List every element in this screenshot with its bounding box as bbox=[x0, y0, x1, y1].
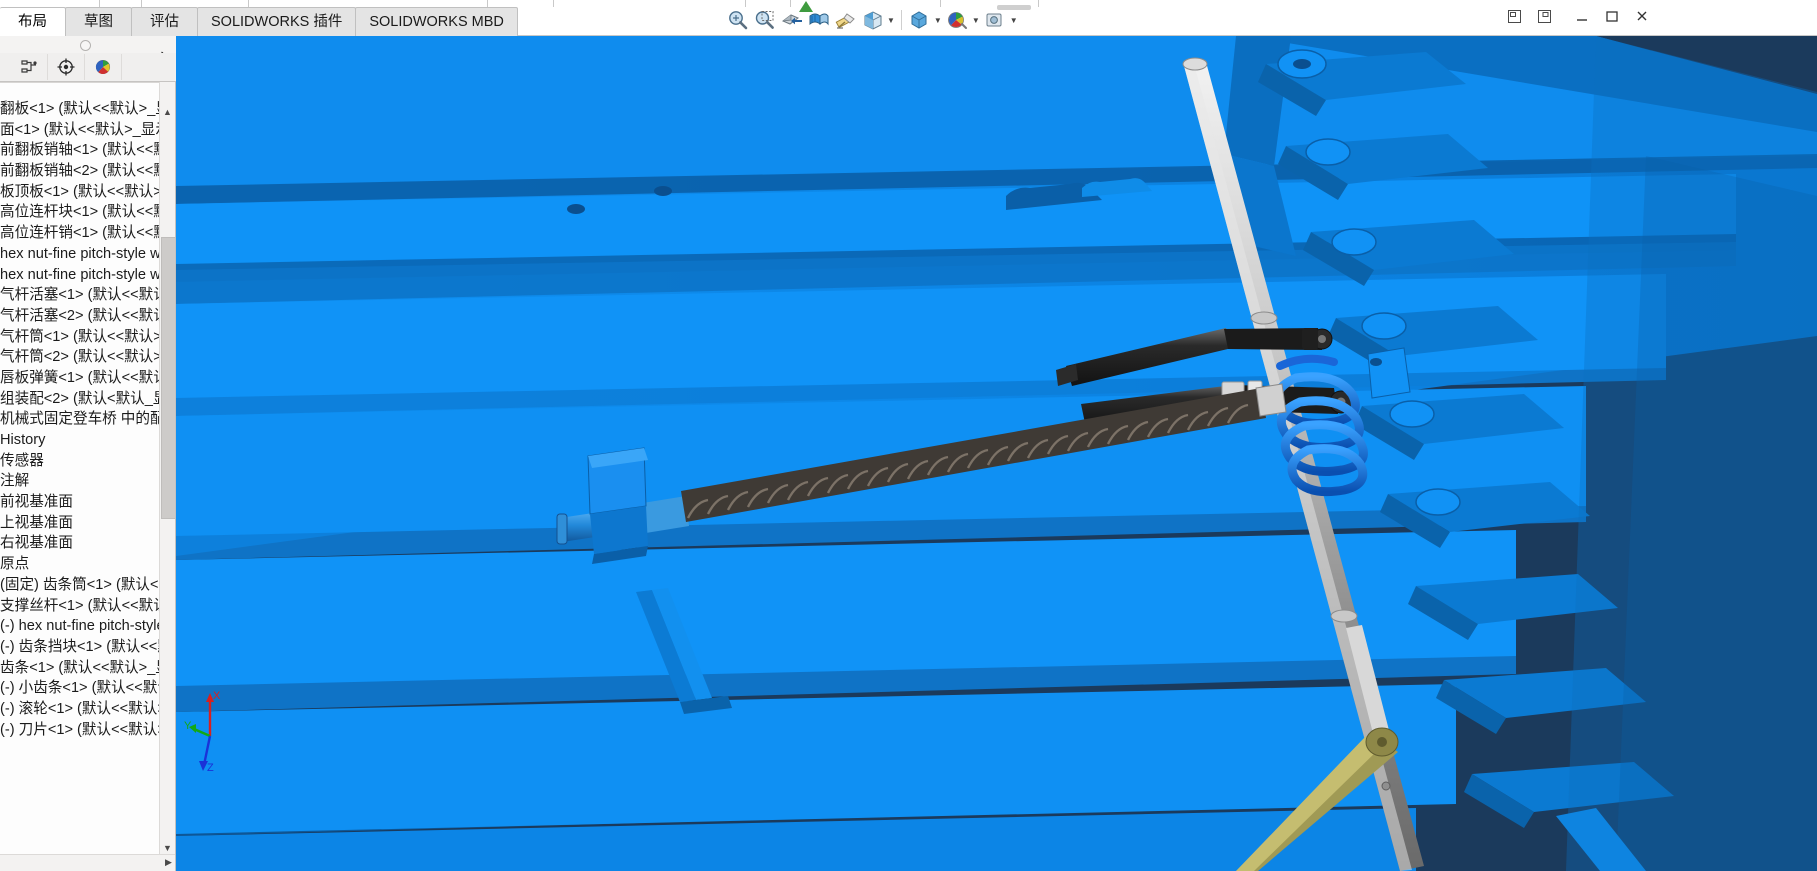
feature-tree-panel: 翻板<1> (默认<<默认>_显示 面<1> (默认<<默认>_显示状 前翻板销… bbox=[0, 82, 176, 871]
tab-solidworks-mbd[interactable]: SOLIDWORKS MBD bbox=[355, 7, 518, 36]
tree-item[interactable]: (-) 齿条挡块<1> (默认<<默 bbox=[0, 637, 175, 658]
solidworks-window: 布局 草图 评估 SOLIDWORKS 插件 SOLIDWORKS MBD ▼ … bbox=[0, 0, 1817, 871]
section-view-icon[interactable] bbox=[778, 7, 805, 33]
tree-scrollbar-thumb[interactable] bbox=[161, 237, 175, 519]
display-style-chevron-down-icon[interactable]: ▼ bbox=[887, 16, 895, 25]
edit-appearance-icon[interactable] bbox=[906, 7, 933, 33]
tree-item[interactable]: 前翻板销轴<2> (默认<<默认 bbox=[0, 161, 175, 182]
tree-item[interactable]: 气杆筒<2> (默认<<默认>_显 bbox=[0, 347, 175, 368]
panel-tabs-filler bbox=[122, 54, 176, 80]
tree-item[interactable]: 前视基准面 bbox=[0, 492, 175, 513]
tree-item[interactable]: 气杆活塞<1> (默认<<默认>_ bbox=[0, 285, 175, 306]
tree-item[interactable]: 唇板弹簧<1> (默认<<默认>_ bbox=[0, 368, 175, 389]
appearance-chevron-down-icon[interactable]: ▼ bbox=[934, 16, 942, 25]
view-settings-icon[interactable] bbox=[982, 7, 1009, 33]
tab-sketch-label: 草图 bbox=[84, 14, 113, 30]
tree-item[interactable]: (-) 刀片<1> (默认<<默认> bbox=[0, 720, 175, 741]
tree-item[interactable]: 原点 bbox=[0, 554, 175, 575]
tree-item[interactable]: (固定) 齿条筒<1> (默认<<默 bbox=[0, 575, 175, 596]
scroll-right-arrow-icon[interactable]: ▶ bbox=[161, 855, 175, 870]
tree-item[interactable]: (-) hex nut-fine pitch-style bbox=[0, 616, 175, 637]
apply-scene-icon[interactable] bbox=[944, 7, 971, 33]
tree-item[interactable]: 气杆活塞<2> (默认<<默认>_ bbox=[0, 306, 175, 327]
ribbon-tab-strip: 布局 草图 评估 SOLIDWORKS 插件 SOLIDWORKS MBD ▼ … bbox=[0, 0, 1817, 36]
svg-text:Z: Z bbox=[207, 762, 214, 774]
scene-chevron-down-icon[interactable]: ▼ bbox=[972, 16, 980, 25]
display-style-icon[interactable] bbox=[832, 7, 859, 33]
tree-item[interactable]: hex nut-fine pitch-style wa bbox=[0, 244, 175, 265]
view-settings-chevron-down-icon[interactable]: ▼ bbox=[1010, 16, 1018, 25]
tree-item[interactable]: 高位连杆销<1> (默认<<默认 bbox=[0, 223, 175, 244]
tree-item[interactable]: hex nut-fine pitch-style wa bbox=[0, 265, 175, 286]
tree-item[interactable]: 前翻板销轴<1> (默认<<默认 bbox=[0, 140, 175, 161]
svg-text:Y: Y bbox=[184, 720, 192, 732]
maximize-doc-icon[interactable] bbox=[1535, 8, 1553, 24]
tree-item[interactable]: History bbox=[0, 430, 175, 451]
tree-item[interactable]: 传感器 bbox=[0, 451, 175, 472]
tree-item[interactable]: 翻板<1> (默认<<默认>_显示 bbox=[0, 99, 175, 120]
tree-item[interactable]: 支撑丝杆<1> (默认<<默认> bbox=[0, 596, 175, 617]
tree-item[interactable]: 板顶板<1> (默认<<默认>_显 bbox=[0, 182, 175, 203]
tab-sketch[interactable]: 草图 bbox=[65, 7, 132, 36]
zoom-to-fit-icon[interactable] bbox=[724, 7, 751, 33]
tree-item[interactable]: 齿条<1> (默认<<默认>_显 bbox=[0, 658, 175, 679]
graphics-area[interactable]: X Y Z bbox=[176, 36, 1817, 871]
command-manager-collapse-bar[interactable] bbox=[0, 36, 176, 54]
panel-pin-dot-icon[interactable] bbox=[80, 40, 91, 51]
tree-item[interactable]: (-) 滚轮<1> (默认<<默认> bbox=[0, 699, 175, 720]
view-toolbar: ▼ ▼ ▼ ▼ bbox=[724, 6, 1020, 34]
ribbon-tabs: 布局 草图 评估 SOLIDWORKS 插件 SOLIDWORKS MBD bbox=[0, 6, 518, 36]
tab-evaluate-label: 评估 bbox=[150, 14, 179, 30]
tab-layout-label: 布局 bbox=[18, 14, 47, 30]
hide-show-items-icon[interactable] bbox=[859, 7, 886, 33]
manager-panel-tabs bbox=[0, 53, 176, 82]
bracket-plate bbox=[587, 447, 648, 564]
minimize-window-icon[interactable] bbox=[1573, 8, 1591, 24]
display-manager-tab[interactable] bbox=[85, 54, 122, 80]
maximize-window-icon[interactable] bbox=[1603, 8, 1621, 24]
view-orientation-icon[interactable] bbox=[805, 7, 832, 33]
tree-item[interactable]: 组装配<2> (默认<默认_显示 bbox=[0, 389, 175, 410]
tree-item[interactable]: 上视基准面 bbox=[0, 513, 175, 534]
tree-item[interactable]: 右视基准面 bbox=[0, 533, 175, 554]
cad-model-render: X Y Z bbox=[176, 36, 1817, 871]
restore-doc-icon[interactable] bbox=[1505, 8, 1523, 24]
tree-item[interactable]: 注解 bbox=[0, 471, 175, 492]
tree-item[interactable]: 机械式固定登车桥 中的配合 bbox=[0, 409, 175, 430]
tree-item[interactable]: 面<1> (默认<<默认>_显示状 bbox=[0, 120, 175, 141]
feature-tree-list: 翻板<1> (默认<<默认>_显示 面<1> (默认<<默认>_显示状 前翻板销… bbox=[0, 99, 175, 741]
tree-item[interactable]: 气杆筒<1> (默认<<默认>_显 bbox=[0, 327, 175, 348]
scroll-down-arrow-icon[interactable]: ▼ bbox=[160, 840, 175, 855]
panel-tabs-left-edge bbox=[0, 54, 11, 80]
tab-solidworks-addins[interactable]: SOLIDWORKS 插件 bbox=[197, 7, 357, 36]
tree-vertical-scrollbar[interactable]: ▲ ▼ bbox=[159, 82, 175, 871]
tab-addins-label: SOLIDWORKS 插件 bbox=[211, 14, 343, 30]
zoom-to-area-icon[interactable] bbox=[751, 7, 778, 33]
feature-manager-tab[interactable] bbox=[11, 54, 48, 80]
tree-item[interactable]: 高位连杆块<1> (默认<<默认 bbox=[0, 202, 175, 223]
scroll-up-arrow-icon[interactable]: ▲ bbox=[160, 104, 175, 119]
svg-text:X: X bbox=[213, 690, 221, 702]
tree-item[interactable]: (-) 小齿条<1> (默认<<默认 bbox=[0, 678, 175, 699]
document-window-buttons bbox=[1505, 8, 1651, 24]
close-window-icon[interactable] bbox=[1633, 8, 1651, 24]
tree-horizontal-scrollbar[interactable]: ▶ bbox=[0, 854, 175, 871]
tab-layout[interactable]: 布局 bbox=[0, 7, 66, 36]
tab-evaluate[interactable]: 评估 bbox=[131, 7, 198, 36]
property-manager-tab[interactable] bbox=[48, 54, 85, 80]
tab-mbd-label: SOLIDWORKS MBD bbox=[369, 14, 504, 30]
